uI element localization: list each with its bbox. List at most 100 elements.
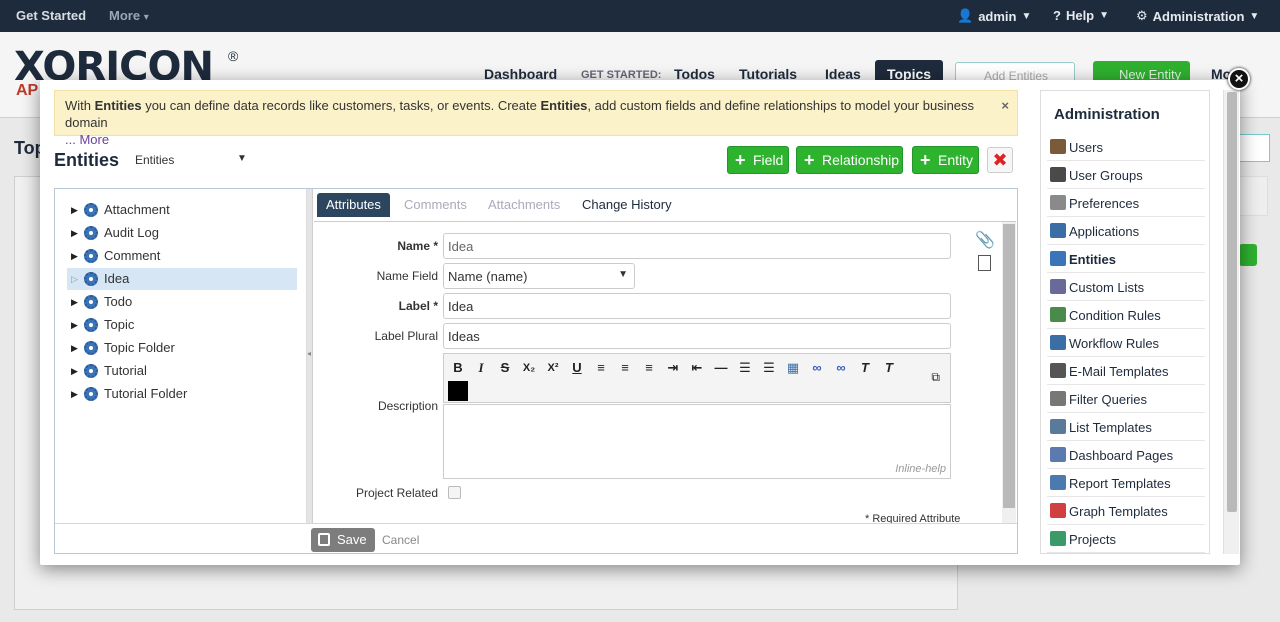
tree-item[interactable]: ▶ Audit Log — [67, 222, 297, 244]
tree-item[interactable]: ▶ Topic Folder — [67, 337, 297, 359]
tree-item-selected[interactable]: ▷ Idea — [67, 268, 297, 290]
scrollbar-thumb[interactable] — [1003, 224, 1015, 508]
cancel-button[interactable]: Cancel — [382, 533, 419, 547]
administration-panel: Administration Users User Groups Preferenc… — [1040, 90, 1210, 554]
admin-item-preferences[interactable]: Preferences — [1047, 189, 1205, 217]
subscript-button[interactable]: X₂ — [519, 358, 539, 378]
chevron-down-icon: ▼ — [1021, 10, 1032, 22]
admin-item-condition-rules[interactable]: Condition Rules — [1047, 301, 1205, 329]
tree-item[interactable]: ▶ Topic — [67, 314, 297, 336]
label-plural-field[interactable]: Ideas — [443, 323, 951, 349]
entity-filter-select[interactable]: Entities ▼ — [135, 153, 247, 167]
ordered-list-button[interactable]: ☰ — [735, 358, 755, 378]
label-field[interactable]: Idea — [443, 293, 951, 319]
name-field[interactable]: Idea — [443, 233, 951, 259]
admin-item-custom-lists[interactable]: Custom Lists — [1047, 273, 1205, 301]
admin-item-users[interactable]: Users — [1047, 133, 1205, 161]
add-entity-button[interactable]: + Entity — [912, 146, 979, 174]
tab-comments[interactable]: Comments — [404, 193, 467, 217]
underline-button[interactable]: U — [567, 358, 587, 378]
admin-item-projects[interactable]: Projects — [1047, 525, 1205, 553]
tree-item[interactable]: ▶ Tutorial — [67, 360, 297, 382]
banner-bold-1: Entities — [94, 98, 142, 113]
admin-item-user-groups[interactable]: User Groups — [1047, 161, 1205, 189]
admin-item-applications[interactable]: Applications — [1047, 217, 1205, 245]
tree-item-label: Tutorial Folder — [104, 386, 188, 401]
close-modal-icon[interactable]: × — [1228, 68, 1250, 90]
italic-button[interactable]: I — [471, 358, 491, 378]
gear-icon — [1050, 251, 1066, 266]
get-started-link[interactable]: Get Started — [16, 8, 86, 23]
tab-attributes[interactable]: Attributes — [317, 193, 390, 217]
plus-icon: + — [920, 150, 931, 170]
document-icon[interactable] — [978, 255, 991, 271]
insert-image-button[interactable]: ▦ — [783, 358, 803, 378]
project-related-checkbox[interactable] — [448, 486, 461, 499]
admin-item-filter-queries[interactable]: Filter Queries — [1047, 385, 1205, 413]
clear-format-button[interactable]: T — [879, 358, 899, 378]
add-field-button[interactable]: + Field — [727, 146, 789, 174]
administration-menu[interactable]: ⚙ Administration ▼ — [1136, 8, 1259, 24]
close-icon[interactable]: × — [1001, 97, 1009, 114]
tab-change-history[interactable]: Change History — [582, 193, 672, 217]
expand-arrow-icon[interactable]: ▶ — [71, 337, 78, 359]
admin-item-entities[interactable]: Entities — [1047, 245, 1205, 273]
expand-arrow-icon[interactable]: ▶ — [71, 199, 78, 221]
help-menu[interactable]: ? Help ▼ — [1053, 8, 1109, 23]
expand-arrow-icon[interactable]: ▶ — [71, 245, 78, 267]
strikethrough-button[interactable]: S — [495, 358, 515, 378]
panel-splitter[interactable]: ◂ — [307, 189, 313, 523]
expand-arrow-icon[interactable]: ▶ — [71, 360, 78, 382]
scrollbar-thumb[interactable] — [1227, 92, 1237, 512]
admin-item-e-mail-templates[interactable]: E-Mail Templates — [1047, 357, 1205, 385]
user-menu[interactable]: 👤 admin ▼ — [957, 8, 1031, 24]
delete-button[interactable]: ✖ — [987, 147, 1013, 173]
align-left-button[interactable]: ≡ — [591, 358, 611, 378]
banner-more-link[interactable]: ... More — [65, 132, 109, 147]
tree-item[interactable]: ▶ Todo — [67, 291, 297, 313]
add-relationship-button[interactable]: + Relationship — [796, 146, 903, 174]
outdent-button[interactable]: ⇤ — [687, 358, 707, 378]
name-field-select[interactable]: Name (name) ▼ — [443, 263, 635, 289]
expand-arrow-icon[interactable]: ▶ — [71, 222, 78, 244]
paperclip-icon[interactable]: 📎 — [975, 230, 995, 250]
expand-arrow-icon[interactable]: ▶ — [71, 314, 78, 336]
tree-item[interactable]: ▶ Comment — [67, 245, 297, 267]
admin-item-dashboard-pages[interactable]: Dashboard Pages — [1047, 441, 1205, 469]
horizontal-rule-button[interactable]: — — [711, 358, 731, 378]
save-button[interactable]: Save — [311, 528, 375, 552]
expand-arrow-icon[interactable]: ▷ — [71, 268, 78, 290]
link-button[interactable]: ∞ — [807, 358, 827, 378]
description-editor[interactable]: Inline-help — [443, 404, 951, 479]
label-plural-label: Label Plural — [374, 329, 438, 343]
tree-item[interactable]: ▶ Tutorial Folder — [67, 383, 297, 405]
admin-item-workflow-rules[interactable]: Workflow Rules — [1047, 329, 1205, 357]
administration-scrollbar[interactable] — [1223, 90, 1239, 554]
unlink-button[interactable]: ∞ — [831, 358, 851, 378]
tree-item[interactable]: ▶ Attachment — [67, 199, 297, 221]
envelope-icon — [1050, 363, 1066, 378]
admin-item-graph-templates[interactable]: Graph Templates — [1047, 497, 1205, 525]
tab-attachments[interactable]: Attachments — [488, 193, 560, 217]
form-scrollbar[interactable] — [1002, 222, 1016, 523]
tree-item-label: Attachment — [104, 202, 170, 217]
indent-button[interactable]: ⇥ — [663, 358, 683, 378]
splitter-handle-icon[interactable]: ◂ — [307, 349, 311, 358]
admin-item-label: User Groups — [1069, 168, 1143, 183]
admin-item-report-templates[interactable]: Report Templates — [1047, 469, 1205, 497]
expand-arrow-icon[interactable]: ▶ — [71, 383, 78, 405]
more-menu[interactable]: More ▾ — [109, 8, 149, 23]
admin-item-list-templates[interactable]: List Templates — [1047, 413, 1205, 441]
text-color-swatch[interactable] — [448, 381, 468, 401]
align-right-button[interactable]: ≡ — [639, 358, 659, 378]
expand-arrow-icon[interactable]: ▶ — [71, 291, 78, 313]
name-field-label: Name Field — [376, 269, 438, 283]
admin-item-label: List Templates — [1069, 420, 1152, 435]
superscript-button[interactable]: X² — [543, 358, 563, 378]
bold-button[interactable]: B — [448, 358, 468, 378]
pie-chart-icon — [1050, 503, 1066, 518]
align-center-button[interactable]: ≡ — [615, 358, 635, 378]
unordered-list-button[interactable]: ☰ — [759, 358, 779, 378]
expand-editor-icon[interactable]: ⧉ — [931, 370, 940, 385]
remove-format-button[interactable]: T — [855, 358, 875, 378]
